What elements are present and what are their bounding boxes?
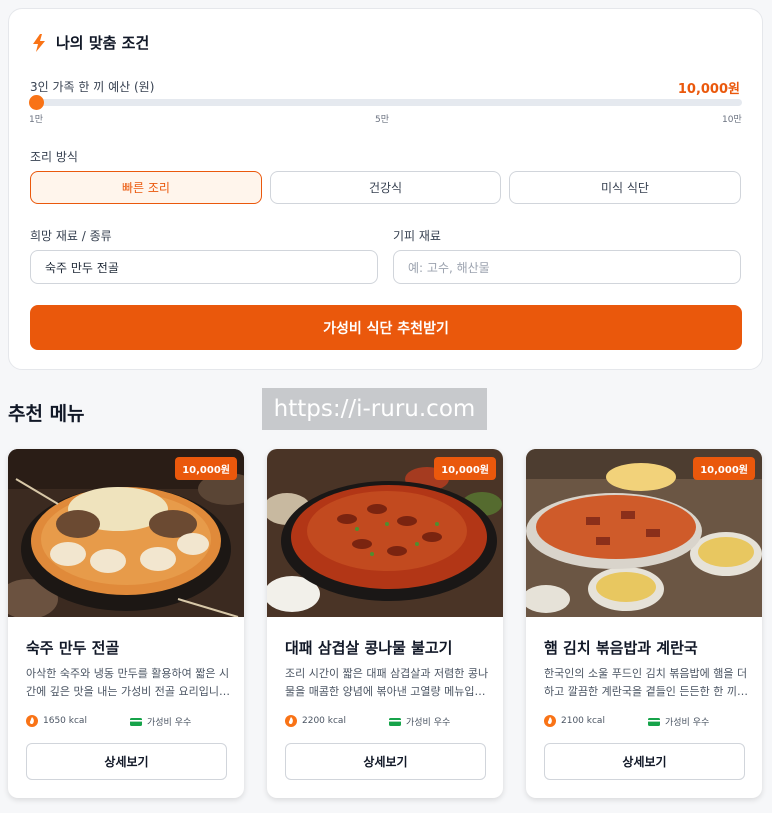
fire-icon <box>285 715 297 727</box>
menu-title: 숙주 만두 전골 <box>26 639 120 657</box>
watermark: https://i-ruru.com <box>262 388 487 430</box>
value-tag-text: 가성비 우수 <box>147 718 192 728</box>
detail-button[interactable]: 상세보기 <box>26 743 227 780</box>
fire-icon <box>544 715 556 727</box>
avoid-ingredient-label: 기피 재료 <box>393 229 441 243</box>
calorie-info: 1650 kcal <box>26 715 87 727</box>
price-badge: 10,000원 <box>434 457 496 480</box>
cooking-option-healthy[interactable]: 건강식 <box>270 171 501 204</box>
calorie-text: 2200 kcal <box>302 716 346 726</box>
lightning-icon <box>33 33 45 52</box>
wish-ingredient-input[interactable]: 숙주 만두 전골 <box>30 250 378 284</box>
budget-tick-max: 10만 <box>722 115 742 125</box>
price-badge: 10,000원 <box>693 457 755 480</box>
menu-card: 10,000원 대패 삼겹살 콩나물 불고기 조리 시간이 짧은 대패 삼겹살과… <box>267 449 503 798</box>
menu-title: 대패 삼겹살 콩나물 불고기 <box>285 639 453 657</box>
calorie-text: 2100 kcal <box>561 716 605 726</box>
cooking-option-quick[interactable]: 빠른 조리 <box>30 171 262 204</box>
panel-header: 나의 맞춤 조건 <box>31 32 149 53</box>
menu-card: 10,000원 숙주 만두 전골 아삭한 숙주와 냉동 만두를 활용하여 짧은 … <box>8 449 244 798</box>
preference-panel: 나의 맞춤 조건 3인 가족 한 끼 예산 (원) 10,000원 1만 5만 … <box>8 8 763 370</box>
fire-icon <box>26 715 38 727</box>
menu-description: 조리 시간이 짧은 대패 삼겹살과 저렴한 콩나물을 매콤한 양념에 볶아낸 고… <box>285 667 489 698</box>
value-tag: 가성비 우수 <box>648 715 709 728</box>
budget-tick-min: 1만 <box>29 115 44 125</box>
menu-description: 한국인의 소울 푸드인 김치 볶음밥에 햄을 더하고 깔끔한 계란국을 곁들인 … <box>544 667 748 698</box>
value-tag-text: 가성비 우수 <box>665 718 710 728</box>
wallet-icon <box>648 717 660 726</box>
cooking-method-label: 조리 방식 <box>30 150 78 164</box>
budget-tick-mid: 5만 <box>375 115 390 125</box>
recommend-button[interactable]: 가성비 식단 추천받기 <box>30 305 742 350</box>
value-tag: 가성비 우수 <box>389 715 450 728</box>
detail-button[interactable]: 상세보기 <box>285 743 486 780</box>
panel-title: 나의 맞춤 조건 <box>56 34 150 52</box>
menu-title: 햄 김치 볶음밥과 계란국 <box>544 639 698 657</box>
budget-label: 3인 가족 한 끼 예산 (원) <box>30 80 155 94</box>
avoid-ingredient-input[interactable]: 예: 고수, 해산물 <box>393 250 741 284</box>
value-tag-text: 가성비 우수 <box>406 718 451 728</box>
budget-slider[interactable] <box>29 95 742 110</box>
calorie-info: 2100 kcal <box>544 715 605 727</box>
calorie-info: 2200 kcal <box>285 715 346 727</box>
cooking-option-gourmet[interactable]: 미식 식단 <box>509 171 741 204</box>
menu-description: 아삭한 숙주와 냉동 만두를 활용하여 짧은 시간에 깊은 맛을 내는 가성비 … <box>26 667 230 698</box>
calorie-text: 1650 kcal <box>43 716 87 726</box>
menu-card: 10,000원 햄 김치 볶음밥과 계란국 한국인의 소울 푸드인 김치 볶음밥… <box>526 449 762 798</box>
wallet-icon <box>130 717 142 726</box>
detail-button[interactable]: 상세보기 <box>544 743 745 780</box>
section-title: 추천 메뉴 <box>8 403 85 425</box>
budget-value: 10,000원 <box>677 82 740 97</box>
wish-ingredient-label: 희망 재료 / 종류 <box>30 229 112 243</box>
wallet-icon <box>389 717 401 726</box>
budget-slider-thumb[interactable] <box>29 95 44 110</box>
price-badge: 10,000원 <box>175 457 237 480</box>
value-tag: 가성비 우수 <box>130 715 191 728</box>
